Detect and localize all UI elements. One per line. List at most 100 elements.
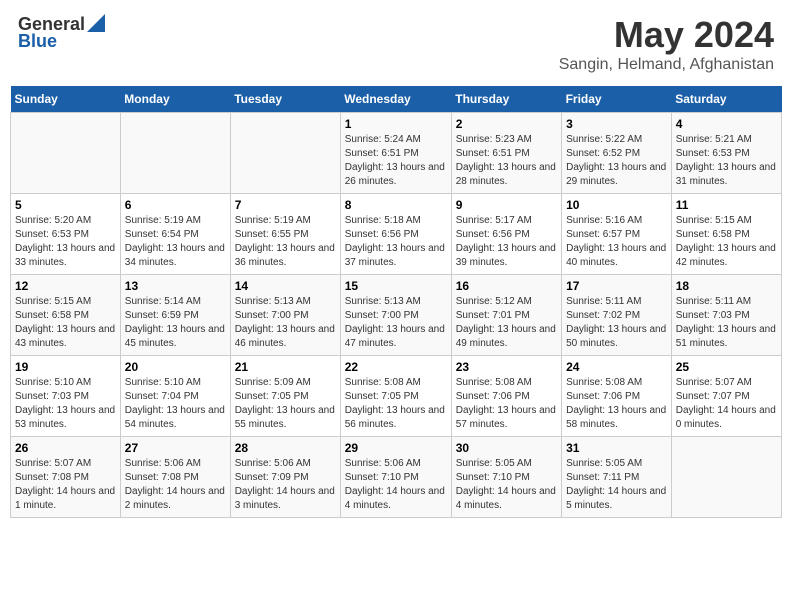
day-info: Sunrise: 5:06 AMSunset: 7:08 PMDaylight:… bbox=[125, 457, 226, 513]
day-info: Sunrise: 5:06 AMSunset: 7:10 PMDaylight:… bbox=[345, 457, 447, 513]
day-info: Sunrise: 5:22 AMSunset: 6:52 PMDaylight:… bbox=[566, 133, 667, 189]
day-number: 8 bbox=[345, 198, 447, 212]
calendar-cell: 21 Sunrise: 5:09 AMSunset: 7:05 PMDayligh… bbox=[230, 356, 340, 437]
day-number: 20 bbox=[125, 360, 226, 374]
calendar-cell: 20 Sunrise: 5:10 AMSunset: 7:04 PMDayligh… bbox=[120, 356, 230, 437]
col-header-saturday: Saturday bbox=[671, 86, 781, 113]
day-info: Sunrise: 5:18 AMSunset: 6:56 PMDaylight:… bbox=[345, 214, 447, 270]
day-number: 9 bbox=[456, 198, 557, 212]
day-info: Sunrise: 5:10 AMSunset: 7:04 PMDaylight:… bbox=[125, 376, 226, 432]
title-block: May 2024 Sangin, Helmand, Afghanistan bbox=[559, 14, 774, 74]
calendar-cell: 18Sunrise: 5:11 AMSunset: 7:03 PMDayligh… bbox=[671, 275, 781, 356]
calendar-cell: 4 Sunrise: 5:21 AMSunset: 6:53 PMDaylight… bbox=[671, 113, 781, 194]
calendar-cell bbox=[671, 437, 781, 518]
day-info: Sunrise: 5:17 AMSunset: 6:56 PMDaylight:… bbox=[456, 214, 557, 270]
calendar-cell: 9 Sunrise: 5:17 AMSunset: 6:56 PMDaylight… bbox=[451, 194, 561, 275]
calendar-cell: 30 Sunrise: 5:05 AMSunset: 7:10 PMDayligh… bbox=[451, 437, 561, 518]
calendar-cell: 3 Sunrise: 5:22 AMSunset: 6:52 PMDaylight… bbox=[562, 113, 672, 194]
calendar-cell: 13 Sunrise: 5:14 AMSunset: 6:59 PMDayligh… bbox=[120, 275, 230, 356]
day-number: 29 bbox=[345, 441, 447, 455]
day-number: 24 bbox=[566, 360, 667, 374]
day-number: 31 bbox=[566, 441, 667, 455]
day-info: Sunrise: 5:14 AMSunset: 6:59 PMDaylight:… bbox=[125, 295, 226, 351]
day-info: Sunrise: 5:07 AMSunset: 7:08 PMDaylight:… bbox=[15, 457, 116, 513]
day-info: Sunrise: 5:19 AMSunset: 6:54 PMDaylight:… bbox=[125, 214, 226, 270]
day-info: Sunrise: 5:08 AMSunset: 7:06 PMDaylight:… bbox=[456, 376, 557, 432]
calendar-cell: 27 Sunrise: 5:06 AMSunset: 7:08 PMDayligh… bbox=[120, 437, 230, 518]
day-info: Sunrise: 5:09 AMSunset: 7:05 PMDaylight:… bbox=[235, 376, 336, 432]
col-header-tuesday: Tuesday bbox=[230, 86, 340, 113]
calendar-cell: 31 Sunrise: 5:05 AMSunset: 7:11 PMDayligh… bbox=[562, 437, 672, 518]
day-number: 2 bbox=[456, 117, 557, 131]
day-number: 22 bbox=[345, 360, 447, 374]
day-info: Sunrise: 5:11 AMSunset: 7:02 PMDaylight:… bbox=[566, 295, 667, 351]
day-number: 26 bbox=[15, 441, 116, 455]
day-number: 12 bbox=[15, 279, 116, 293]
calendar-cell: 8 Sunrise: 5:18 AMSunset: 6:56 PMDaylight… bbox=[340, 194, 451, 275]
day-number: 3 bbox=[566, 117, 667, 131]
day-number: 10 bbox=[566, 198, 667, 212]
col-header-thursday: Thursday bbox=[451, 86, 561, 113]
calendar-cell: 1 Sunrise: 5:24 AMSunset: 6:51 PMDaylight… bbox=[340, 113, 451, 194]
calendar-cell: 17 Sunrise: 5:11 AMSunset: 7:02 PMDayligh… bbox=[562, 275, 672, 356]
col-header-friday: Friday bbox=[562, 86, 672, 113]
day-info: Sunrise: 5:08 AMSunset: 7:05 PMDaylight:… bbox=[345, 376, 447, 432]
day-number: 25 bbox=[676, 360, 777, 374]
calendar-cell: 22 Sunrise: 5:08 AMSunset: 7:05 PMDayligh… bbox=[340, 356, 451, 437]
day-number: 30 bbox=[456, 441, 557, 455]
calendar-cell: 26 Sunrise: 5:07 AMSunset: 7:08 PMDayligh… bbox=[11, 437, 121, 518]
calendar-cell bbox=[11, 113, 121, 194]
day-number: 4 bbox=[676, 117, 777, 131]
day-info: Sunrise: 5:06 AMSunset: 7:09 PMDaylight:… bbox=[235, 457, 336, 513]
day-number: 28 bbox=[235, 441, 336, 455]
day-number: 11 bbox=[676, 198, 777, 212]
week-row-2: 5 Sunrise: 5:20 AMSunset: 6:53 PMDaylight… bbox=[11, 194, 782, 275]
day-info: Sunrise: 5:11 AMSunset: 7:03 PMDaylight:… bbox=[676, 295, 777, 351]
day-info: Sunrise: 5:05 AMSunset: 7:10 PMDaylight:… bbox=[456, 457, 557, 513]
col-header-wednesday: Wednesday bbox=[340, 86, 451, 113]
calendar-cell: 12Sunrise: 5:15 AMSunset: 6:58 PMDayligh… bbox=[11, 275, 121, 356]
day-info: Sunrise: 5:23 AMSunset: 6:51 PMDaylight:… bbox=[456, 133, 557, 189]
day-info: Sunrise: 5:21 AMSunset: 6:53 PMDaylight:… bbox=[676, 133, 777, 189]
day-number: 1 bbox=[345, 117, 447, 131]
calendar-cell: 14Sunrise: 5:13 AMSunset: 7:00 PMDayligh… bbox=[230, 275, 340, 356]
day-info: Sunrise: 5:08 AMSunset: 7:06 PMDaylight:… bbox=[566, 376, 667, 432]
header-row: SundayMondayTuesdayWednesdayThursdayFrid… bbox=[11, 86, 782, 113]
day-info: Sunrise: 5:13 AMSunset: 7:00 PMDaylight:… bbox=[345, 295, 447, 351]
day-info: Sunrise: 5:05 AMSunset: 7:11 PMDaylight:… bbox=[566, 457, 667, 513]
day-info: Sunrise: 5:12 AMSunset: 7:01 PMDaylight:… bbox=[456, 295, 557, 351]
week-row-4: 19Sunrise: 5:10 AMSunset: 7:03 PMDayligh… bbox=[11, 356, 782, 437]
calendar-cell: 16Sunrise: 5:12 AMSunset: 7:01 PMDayligh… bbox=[451, 275, 561, 356]
week-row-3: 12Sunrise: 5:15 AMSunset: 6:58 PMDayligh… bbox=[11, 275, 782, 356]
day-number: 21 bbox=[235, 360, 336, 374]
calendar-cell: 2 Sunrise: 5:23 AMSunset: 6:51 PMDaylight… bbox=[451, 113, 561, 194]
subtitle: Sangin, Helmand, Afghanistan bbox=[559, 56, 774, 74]
calendar-cell: 6 Sunrise: 5:19 AMSunset: 6:54 PMDaylight… bbox=[120, 194, 230, 275]
calendar-cell: 29 Sunrise: 5:06 AMSunset: 7:10 PMDayligh… bbox=[340, 437, 451, 518]
calendar-cell: 11 Sunrise: 5:15 AMSunset: 6:58 PMDayligh… bbox=[671, 194, 781, 275]
day-number: 13 bbox=[125, 279, 226, 293]
page-header: General Blue May 2024 Sangin, Helmand, A… bbox=[10, 10, 782, 78]
day-info: Sunrise: 5:20 AMSunset: 6:53 PMDaylight:… bbox=[15, 214, 116, 270]
week-row-1: 1 Sunrise: 5:24 AMSunset: 6:51 PMDaylight… bbox=[11, 113, 782, 194]
day-number: 27 bbox=[125, 441, 226, 455]
calendar-cell: 7Sunrise: 5:19 AMSunset: 6:55 PMDaylight… bbox=[230, 194, 340, 275]
week-row-5: 26 Sunrise: 5:07 AMSunset: 7:08 PMDayligh… bbox=[11, 437, 782, 518]
day-number: 5 bbox=[15, 198, 116, 212]
day-info: Sunrise: 5:10 AMSunset: 7:03 PMDaylight:… bbox=[15, 376, 116, 432]
calendar-cell: 5 Sunrise: 5:20 AMSunset: 6:53 PMDaylight… bbox=[11, 194, 121, 275]
day-info: Sunrise: 5:15 AMSunset: 6:58 PMDaylight:… bbox=[676, 214, 777, 270]
day-info: Sunrise: 5:07 AMSunset: 7:07 PMDaylight:… bbox=[676, 376, 777, 432]
day-number: 14 bbox=[235, 279, 336, 293]
calendar-cell: 24 Sunrise: 5:08 AMSunset: 7:06 PMDayligh… bbox=[562, 356, 672, 437]
calendar-cell: 23Sunrise: 5:08 AMSunset: 7:06 PMDayligh… bbox=[451, 356, 561, 437]
logo: General Blue bbox=[18, 14, 105, 52]
day-info: Sunrise: 5:24 AMSunset: 6:51 PMDaylight:… bbox=[345, 133, 447, 189]
col-header-sunday: Sunday bbox=[11, 86, 121, 113]
calendar-table: SundayMondayTuesdayWednesdayThursdayFrid… bbox=[10, 86, 782, 518]
calendar-cell: 25 Sunrise: 5:07 AMSunset: 7:07 PMDayligh… bbox=[671, 356, 781, 437]
day-info: Sunrise: 5:19 AMSunset: 6:55 PMDaylight:… bbox=[235, 214, 336, 270]
day-number: 17 bbox=[566, 279, 667, 293]
calendar-cell: 10Sunrise: 5:16 AMSunset: 6:57 PMDayligh… bbox=[562, 194, 672, 275]
day-number: 6 bbox=[125, 198, 226, 212]
